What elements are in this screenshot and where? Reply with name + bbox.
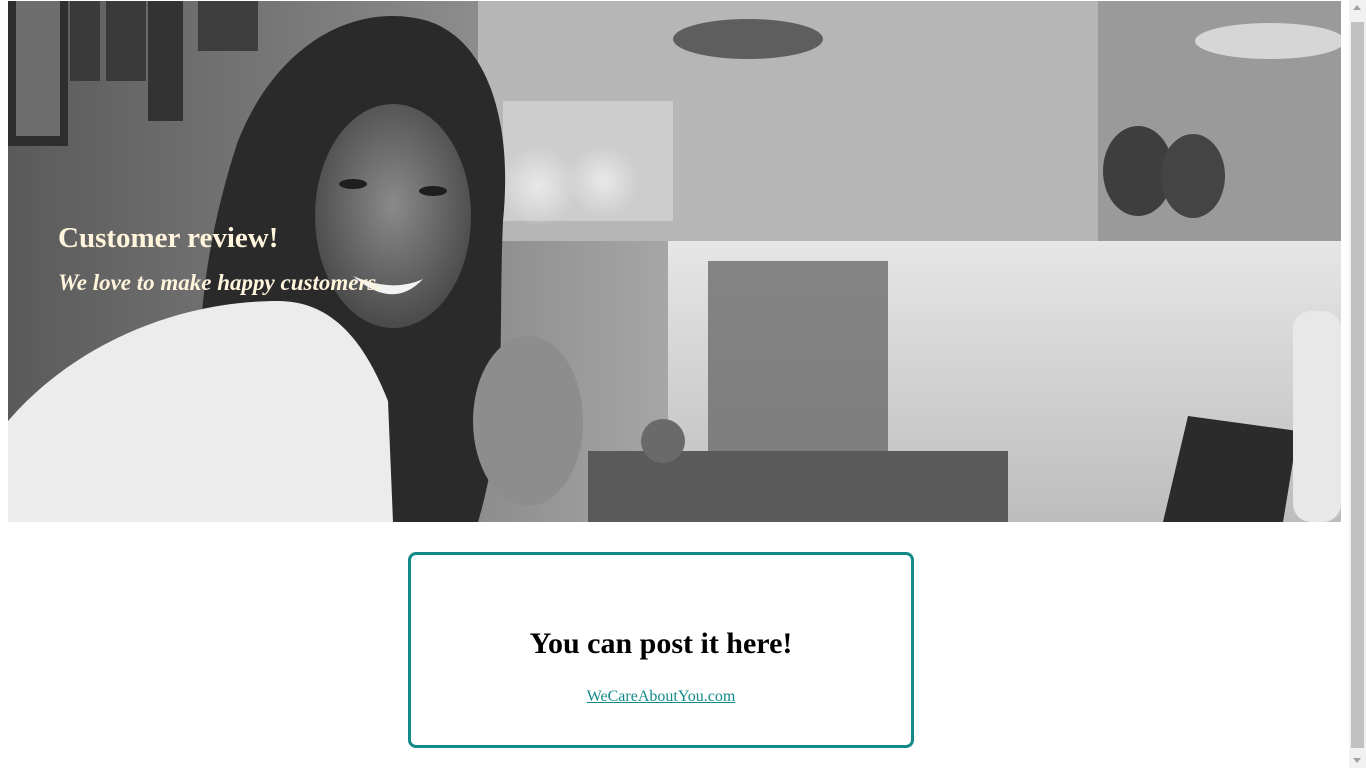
website-link[interactable]: WeCareAboutYou.com: [587, 688, 736, 706]
hero-title: Customer review!: [58, 222, 279, 254]
hero-banner: Customer review! We love to make happy c…: [8, 1, 1341, 522]
scrollbar-thumb[interactable]: [1351, 22, 1364, 748]
page: Customer review! We love to make happy c…: [0, 0, 1366, 768]
post-review-card: You can post it here! WeCareAboutYou.com: [408, 552, 914, 748]
chevron-up-icon[interactable]: [1353, 5, 1361, 10]
chevron-down-icon[interactable]: [1353, 758, 1361, 763]
hero-text-group: Customer review! We love to make happy c…: [58, 221, 382, 297]
vertical-scrollbar[interactable]: [1349, 0, 1366, 768]
card-heading: You can post it here!: [529, 627, 793, 660]
hero-subtitle: We love to make happy customers.: [58, 270, 383, 295]
